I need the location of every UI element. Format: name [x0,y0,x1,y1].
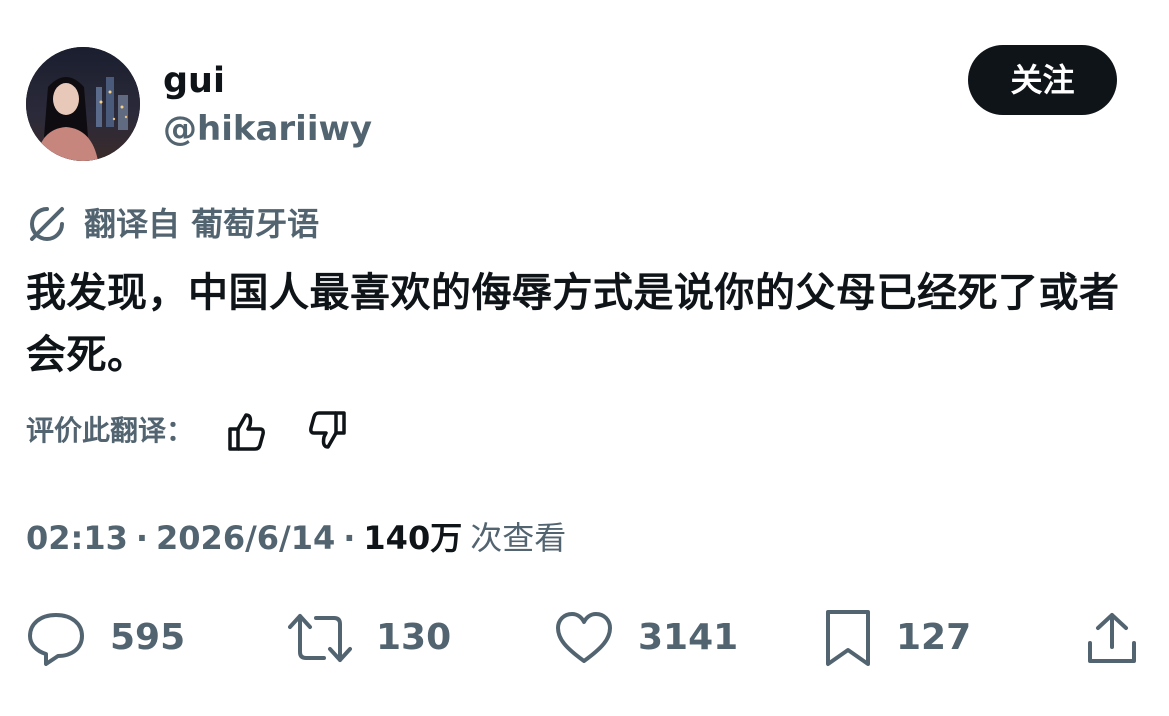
action-bar: 595 130 3141 127 [0,606,1169,670]
thumbs-up-icon[interactable] [222,407,270,455]
heart-icon [556,612,612,663]
bookmark-icon [826,610,870,666]
user-handle[interactable]: @hikariiwy [163,107,372,151]
views-count[interactable]: 140万 [363,514,462,562]
repost-icon [288,614,352,662]
like-count: 3141 [638,617,739,658]
repost-button[interactable]: 130 [288,606,451,670]
tweet-date[interactable]: 2026/6/14 [156,514,335,562]
display-name[interactable]: gui [163,58,225,104]
bookmark-count: 127 [896,617,972,658]
bookmark-button[interactable]: 127 [824,606,971,670]
thumbs-down-icon[interactable] [304,407,352,455]
tweet-time[interactable]: 02:13 [26,514,128,562]
tweet-meta: 02:13 · 2026/6/14 · 140万 次查看 [26,514,566,562]
share-icon [1088,613,1136,663]
translate-icon [30,207,64,241]
repost-count: 130 [376,617,452,658]
follow-button[interactable]: 关注 [968,45,1117,115]
rate-translation-label: 评价此翻译： [26,414,195,447]
translated-from-label: 翻译自 葡萄牙语 [84,205,320,243]
tweet-text: 我发现，中国人最喜欢的侮辱方式是说你的父母已经死了或者会死。 [26,270,1120,378]
meta-separator: · [135,519,149,557]
views-label: 次查看 [470,519,567,557]
share-button[interactable] [1084,606,1140,670]
reply-button[interactable]: 595 [26,606,185,670]
avatar[interactable] [26,47,140,161]
rate-translation-row: 评价此翻译： [26,408,386,454]
reply-count: 595 [110,617,186,658]
meta-separator: · [343,519,356,557]
translation-source-row: 翻译自 葡萄牙语 [24,200,319,248]
like-button[interactable]: 3141 [554,606,738,670]
reply-icon [28,613,84,666]
avatar-photo [26,47,140,161]
